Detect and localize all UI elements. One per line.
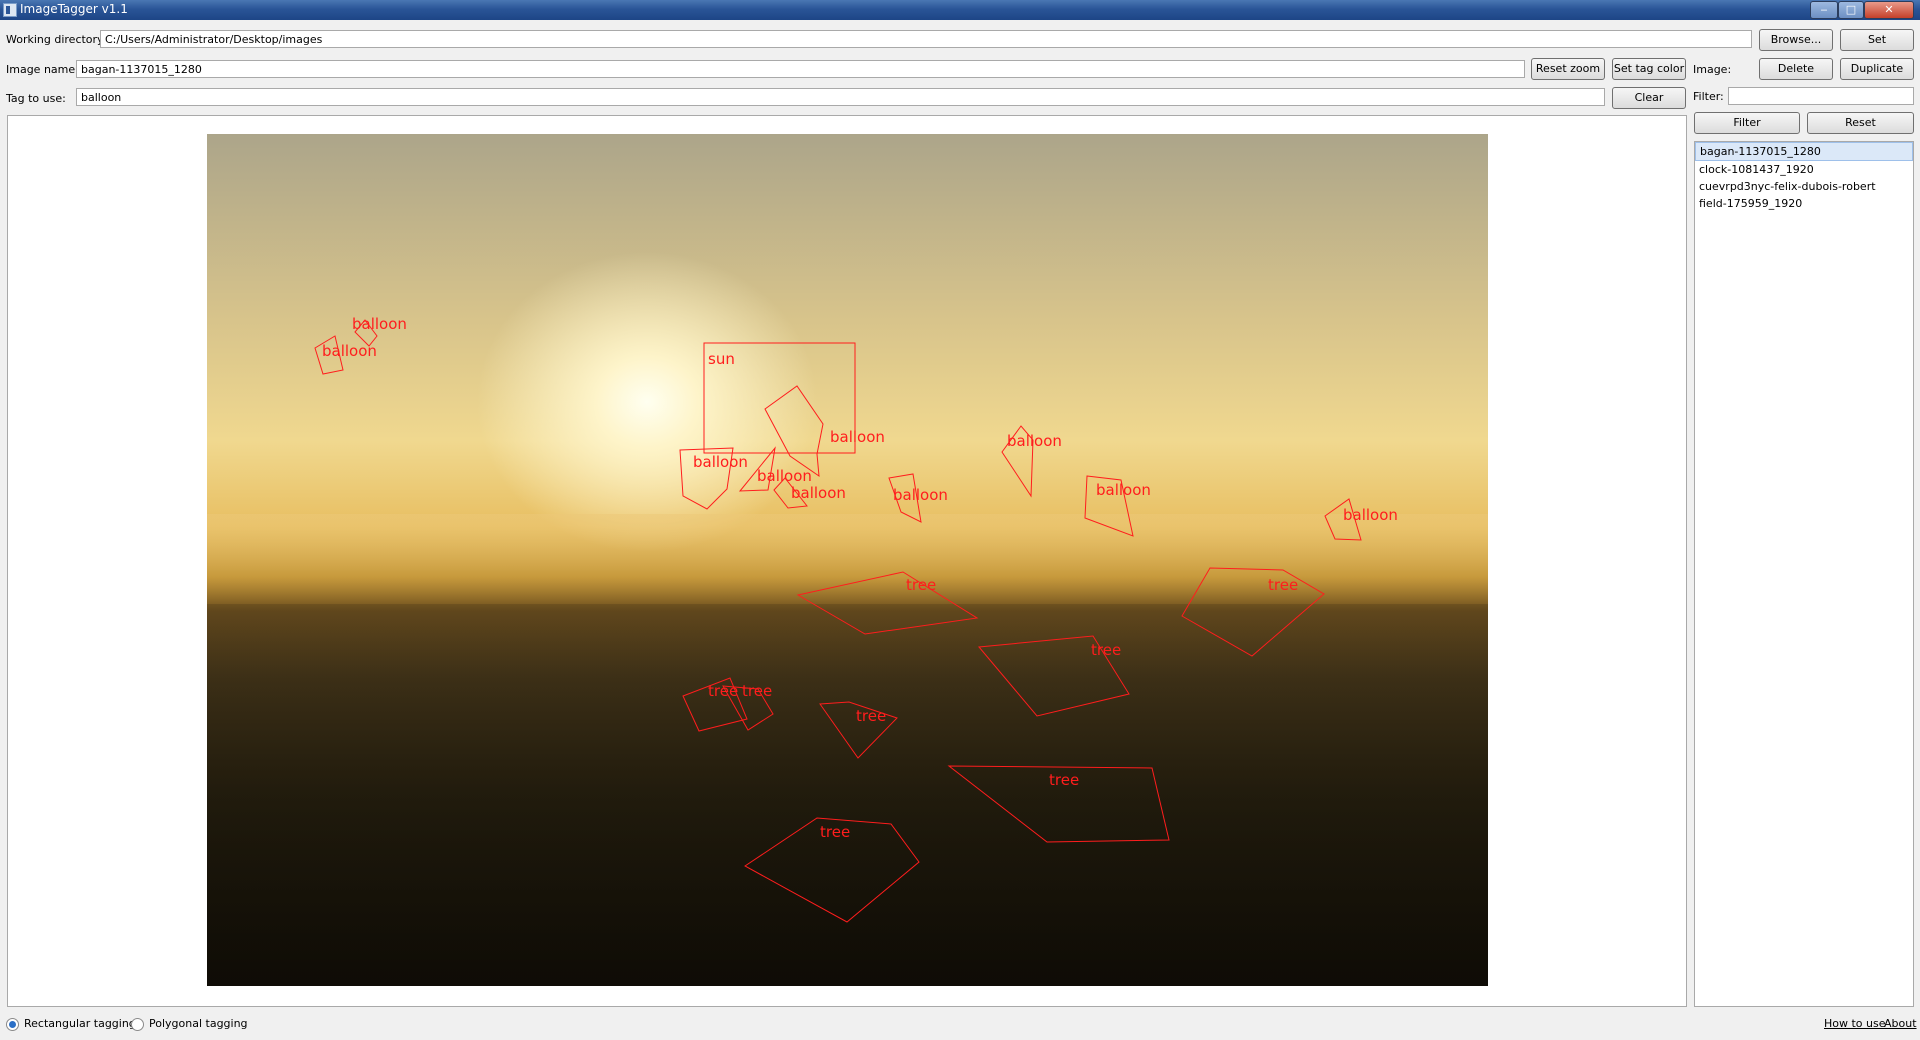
annotation-label: tree xyxy=(1268,576,1298,594)
annotation-label: balloon xyxy=(1343,506,1398,524)
close-button[interactable]: ✕ xyxy=(1864,1,1914,19)
file-list-item[interactable]: clock-1081437_1920 xyxy=(1695,161,1913,178)
working-directory-label: Working directory: xyxy=(6,33,107,46)
filter-button[interactable]: Filter xyxy=(1694,112,1800,134)
annotation-label: balloon xyxy=(791,484,846,502)
file-list[interactable]: bagan-1137015_1280 clock-1081437_1920 cu… xyxy=(1694,141,1914,1007)
rectangular-tagging-radio[interactable] xyxy=(6,1018,19,1031)
rectangular-tagging-label[interactable]: Rectangular tagging xyxy=(24,1017,136,1030)
annotation-label: tree xyxy=(1091,641,1121,659)
status-bar: Rectangular tagging Polygonal tagging Ho… xyxy=(0,1010,1920,1040)
annotation-layer: balloon balloon sun balloon balloon ball… xyxy=(314,315,1398,923)
browse-button[interactable]: Browse... xyxy=(1759,29,1833,51)
annotation-label: tree xyxy=(820,823,850,841)
annotation-label: tree xyxy=(708,682,738,700)
set-tag-color-button[interactable]: Set tag color xyxy=(1612,58,1686,80)
clear-button[interactable]: Clear xyxy=(1612,87,1686,109)
about-link[interactable]: About xyxy=(1884,1017,1917,1030)
filter-field[interactable] xyxy=(1728,87,1914,105)
annotation-label: balloon xyxy=(352,315,407,333)
annotation-label: balloon xyxy=(757,467,812,485)
window-title: ImageTagger v1.1 xyxy=(20,2,128,16)
maximize-button[interactable]: □ xyxy=(1838,1,1864,19)
image-name-label: Image name: xyxy=(6,63,79,76)
app-icon xyxy=(3,3,17,17)
image-name-field[interactable]: bagan-1137015_1280 xyxy=(76,60,1525,78)
annotation-shape[interactable] xyxy=(1181,567,1325,657)
annotation-label: balloon xyxy=(1096,481,1151,499)
annotation-shape[interactable] xyxy=(796,571,979,635)
annotation-shape[interactable] xyxy=(764,385,824,478)
delete-button[interactable]: Delete xyxy=(1759,58,1833,80)
annotation-label: tree xyxy=(856,707,886,725)
file-list-item[interactable]: bagan-1137015_1280 xyxy=(1695,142,1913,161)
duplicate-button[interactable]: Duplicate xyxy=(1840,58,1914,80)
how-to-use-link[interactable]: How to use xyxy=(1824,1017,1886,1030)
annotation-label: tree xyxy=(906,576,936,594)
annotation-label: balloon xyxy=(1007,432,1062,450)
tag-label: Tag to use: xyxy=(6,92,66,105)
file-list-item[interactable]: field-175959_1920 xyxy=(1695,195,1913,212)
tag-field[interactable]: balloon xyxy=(76,88,1605,106)
polygonal-tagging-label[interactable]: Polygonal tagging xyxy=(149,1017,248,1030)
tagged-image[interactable]: balloon balloon sun balloon balloon ball… xyxy=(207,134,1488,986)
annotation-label: sun xyxy=(708,350,735,368)
set-button[interactable]: Set xyxy=(1840,29,1914,51)
reset-zoom-button[interactable]: Reset zoom xyxy=(1531,58,1605,80)
minimize-button[interactable]: ‒ xyxy=(1810,1,1838,19)
annotation-label: balloon xyxy=(322,342,377,360)
reset-filter-button[interactable]: Reset xyxy=(1807,112,1914,134)
working-directory-field[interactable]: C:/Users/Administrator/Desktop/images xyxy=(100,30,1752,48)
filter-label: Filter: xyxy=(1693,90,1724,103)
polygonal-tagging-radio[interactable] xyxy=(131,1018,144,1031)
annotation-label: balloon xyxy=(830,428,885,446)
title-bar: ImageTagger v1.1 ‒ □ ✕ xyxy=(0,0,1920,20)
image-label: Image: xyxy=(1693,63,1732,76)
file-list-item[interactable]: cuevrpd3nyc-felix-dubois-robert xyxy=(1695,178,1913,195)
annotation-label: balloon xyxy=(693,453,748,471)
annotation-label: balloon xyxy=(893,486,948,504)
annotation-label: tree xyxy=(1049,771,1079,789)
annotation-label: tree xyxy=(742,682,772,700)
